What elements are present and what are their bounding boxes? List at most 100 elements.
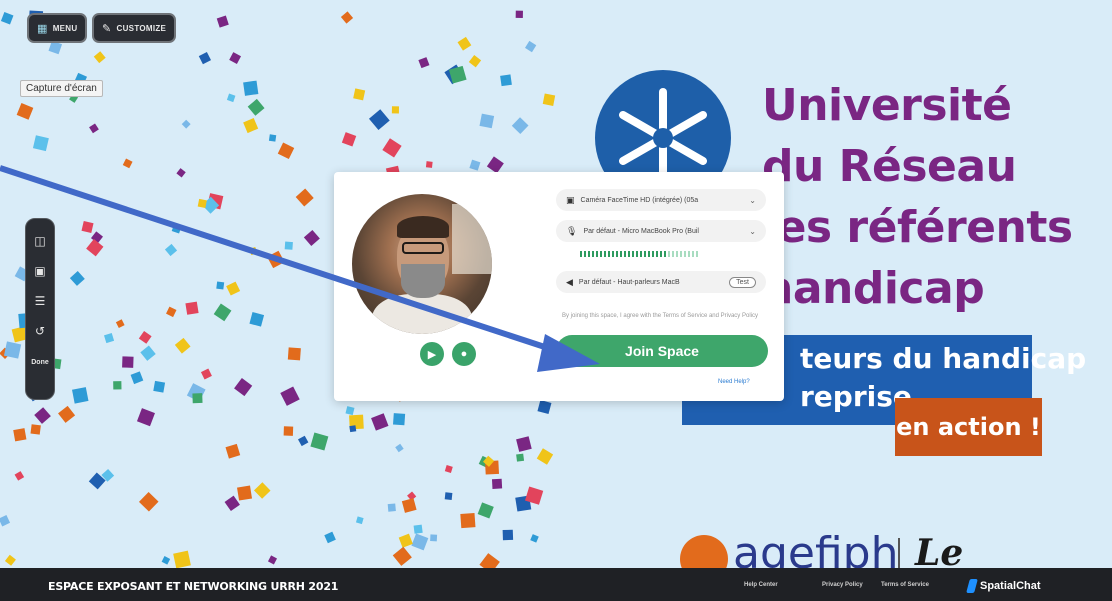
banner-action: en action ! [895, 398, 1042, 456]
layout-icon[interactable]: ◫ [32, 233, 48, 249]
title-line-3: les référents [762, 202, 1073, 253]
speaker-select[interactable]: ◀ Par défaut - Haut-parleurs MacB Test [556, 271, 766, 293]
menu-button[interactable]: ▦ MENU [27, 13, 87, 43]
confetti-piece [500, 74, 512, 87]
confetti-piece [542, 93, 556, 106]
confetti-piece [516, 453, 525, 462]
confetti-piece [81, 221, 94, 234]
level-bar [684, 251, 686, 257]
confetti-piece [515, 10, 523, 18]
confetti-piece [93, 51, 106, 64]
confetti-piece [136, 408, 155, 427]
confetti-piece [371, 413, 389, 431]
terms-of-service-link[interactable]: Terms of Service [881, 582, 929, 588]
menu-icon: ▦ [37, 22, 48, 35]
video-preview: ▶ ● [352, 194, 492, 366]
confetti-piece [395, 443, 404, 453]
confetti-piece [430, 534, 438, 542]
event-title: ESPACE EXPOSANT ET NETWORKING URRH 2021 [48, 580, 339, 593]
speaker-select-value: Par défaut - Haut-parleurs MacB [578, 278, 680, 286]
confetti-piece [324, 531, 336, 544]
join-space-modal: ▶ ● ▣ Caméra FaceTime HD (intégrée) (05a… [334, 172, 784, 401]
microphone-select[interactable]: 🎙 Par défaut - Micro MacBook Pro (Buil ⌄ [556, 220, 766, 242]
level-bar [660, 251, 662, 257]
level-bar [596, 251, 598, 257]
confetti-piece [32, 135, 49, 152]
level-bar [612, 251, 614, 257]
sliders-icon[interactable]: ☰ [32, 293, 48, 309]
camera-select[interactable]: ▣ Caméra FaceTime HD (intégrée) (05a ⌄ [556, 189, 766, 211]
confetti-piece [69, 271, 85, 286]
level-bar [616, 251, 618, 257]
camera-toggle-button[interactable]: ▶ [420, 342, 444, 366]
confetti-piece [181, 119, 191, 129]
level-bar [580, 251, 582, 257]
confetti-piece [249, 246, 258, 256]
level-bar [652, 251, 654, 257]
bottom-bar: ESPACE EXPOSANT ET NETWORKING URRH 2021 … [0, 568, 1112, 601]
confetti-piece [382, 138, 402, 158]
confetti-piece [479, 113, 495, 129]
confetti-piece [283, 426, 294, 436]
confetti-piece [173, 550, 191, 569]
confetti-piece [171, 223, 182, 234]
undo-icon[interactable]: ↺ [32, 323, 48, 339]
chevron-down-icon: ⌄ [749, 226, 756, 236]
confetti-piece [86, 239, 104, 257]
confetti-piece [192, 393, 203, 404]
confetti-piece [89, 123, 99, 134]
confetti-piece [398, 533, 413, 548]
confetti-piece [122, 158, 133, 169]
done-button[interactable]: Done [28, 357, 52, 373]
confetti-piece [176, 168, 186, 178]
test-speaker-button[interactable]: Test [729, 276, 756, 288]
screen-icon[interactable]: ▣ [32, 263, 48, 279]
confetti-piece [243, 118, 259, 134]
confetti-piece [58, 405, 76, 423]
customize-button[interactable]: ✎ CUSTOMIZE [92, 13, 176, 43]
confetti-piece [226, 281, 241, 296]
confetti-piece [226, 93, 236, 103]
confetti-piece [243, 80, 259, 96]
confetti-piece [13, 428, 27, 442]
help-center-link[interactable]: Help Center [744, 582, 778, 588]
confetti-piece [14, 471, 25, 481]
confetti-piece [368, 109, 390, 130]
confetti-piece [537, 400, 552, 415]
level-bar [604, 251, 606, 257]
confetti-piece [444, 492, 453, 501]
level-bar [696, 251, 698, 257]
level-bar [628, 251, 630, 257]
need-help-link[interactable]: Need Help? [718, 379, 750, 385]
join-space-button[interactable]: Join Space [556, 335, 768, 367]
confetti-piece [530, 534, 539, 543]
microphone-select-value: Par défaut - Micro MacBook Pro (Buil [583, 227, 699, 235]
confetti-piece [341, 132, 357, 147]
spatialchat-logo[interactable]: SpatialChat [966, 579, 1041, 593]
avatar [352, 194, 492, 334]
confetti-piece [164, 243, 178, 257]
confetti-piece [253, 482, 271, 499]
confetti-piece [30, 424, 41, 435]
microphone-toggle-button[interactable]: ● [452, 342, 476, 366]
confetti-piece [166, 306, 177, 318]
title-line-4: handicap [762, 263, 985, 314]
title-line-1: Université [762, 80, 1012, 131]
confetti-piece [392, 546, 412, 566]
confetti-piece [303, 229, 320, 246]
level-bar [620, 251, 622, 257]
level-bar [608, 251, 610, 257]
confetti-piece [391, 106, 400, 114]
level-bar [588, 251, 590, 257]
privacy-policy-link[interactable]: Privacy Policy [822, 582, 863, 588]
left-toolbar: ◫ ▣ ☰ ↺ Done [25, 218, 55, 400]
confetti-piece [247, 98, 265, 116]
confetti-piece [225, 443, 241, 459]
confetti-piece [138, 330, 152, 344]
speaker-icon: ◀ [566, 276, 573, 287]
confetti-piece [267, 250, 285, 269]
menu-label: MENU [52, 23, 78, 33]
confetti-piece [444, 465, 453, 474]
confetti-piece [457, 36, 472, 51]
confetti-piece [0, 515, 11, 527]
